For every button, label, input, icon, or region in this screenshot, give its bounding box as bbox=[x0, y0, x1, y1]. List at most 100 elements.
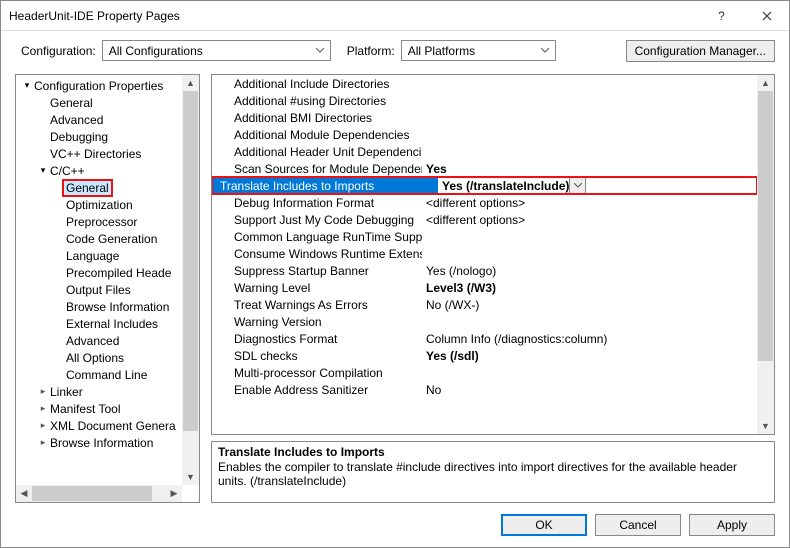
tree-label: Advanced bbox=[48, 113, 105, 127]
tree-label: Code Generation bbox=[64, 232, 159, 246]
tree-node[interactable]: Advanced bbox=[16, 332, 199, 349]
property-row[interactable]: Additional Module Dependencies bbox=[212, 126, 757, 143]
property-value: Yes (/translateInclude) bbox=[442, 179, 569, 193]
tree-node[interactable]: ▾Configuration Properties bbox=[16, 77, 199, 94]
tree-node[interactable]: VC++ Directories bbox=[16, 145, 199, 162]
tree-label: Command Line bbox=[64, 368, 149, 382]
titlebar: HeaderUnit-IDE Property Pages ? bbox=[1, 1, 789, 31]
description-body: Enables the compiler to translate #inclu… bbox=[218, 460, 768, 488]
tree-node[interactable]: Precompiled Heade bbox=[16, 264, 199, 281]
tree-label: Configuration Properties bbox=[32, 79, 165, 93]
scroll-left-arrow[interactable]: ◀ bbox=[16, 485, 32, 502]
scroll-thumb[interactable] bbox=[183, 91, 198, 431]
cancel-button[interactable]: Cancel bbox=[595, 514, 681, 536]
property-row[interactable]: Consume Windows Runtime Extension bbox=[212, 245, 757, 262]
chevron-down-icon bbox=[537, 48, 553, 53]
tree-label: Debugging bbox=[48, 130, 110, 144]
property-row[interactable]: Debug Information Format<different optio… bbox=[212, 194, 757, 211]
platform-dropdown[interactable]: All Platforms bbox=[401, 40, 556, 61]
tree-node[interactable]: Browse Information bbox=[16, 298, 199, 315]
property-row[interactable]: Warning LevelLevel3 (/W3) bbox=[212, 279, 757, 296]
tree-node[interactable]: Optimization bbox=[16, 196, 199, 213]
property-row[interactable]: Additional Header Unit Dependencies bbox=[212, 143, 757, 160]
tree-horizontal-scrollbar[interactable]: ◀ ▶ bbox=[16, 485, 182, 502]
tree-label: All Options bbox=[64, 351, 126, 365]
tree-node[interactable]: General bbox=[16, 94, 199, 111]
property-row[interactable]: Multi-processor Compilation bbox=[212, 364, 757, 381]
apply-button[interactable]: Apply bbox=[689, 514, 775, 536]
property-row[interactable]: Additional BMI Directories bbox=[212, 109, 757, 126]
property-row[interactable]: Common Language RunTime Support bbox=[212, 228, 757, 245]
expand-icon[interactable]: ▸ bbox=[38, 420, 48, 431]
property-name: Suppress Startup Banner bbox=[212, 264, 422, 278]
property-name: SDL checks bbox=[212, 349, 422, 363]
property-row[interactable]: Additional Include Directories bbox=[212, 75, 757, 92]
tree-node[interactable]: ▾C/C++ bbox=[16, 162, 199, 179]
scroll-down-arrow[interactable]: ▼ bbox=[757, 418, 774, 434]
tree-label: Language bbox=[64, 249, 121, 263]
scroll-up-arrow[interactable]: ▲ bbox=[182, 75, 199, 91]
tree-label: Precompiled Heade bbox=[64, 266, 173, 280]
tree-node[interactable]: Preprocessor bbox=[16, 213, 199, 230]
scroll-down-arrow[interactable]: ▼ bbox=[182, 469, 199, 485]
platform-label: Platform: bbox=[347, 44, 395, 58]
property-name: Additional Header Unit Dependencies bbox=[212, 145, 422, 159]
property-row[interactable]: Additional #using Directories bbox=[212, 92, 757, 109]
tree-node[interactable]: ▸Linker bbox=[16, 383, 199, 400]
property-name: Debug Information Format bbox=[212, 196, 422, 210]
tree-node[interactable]: Advanced bbox=[16, 111, 199, 128]
configuration-dropdown[interactable]: All Configurations bbox=[102, 40, 331, 61]
scroll-up-arrow[interactable]: ▲ bbox=[757, 75, 774, 91]
property-value-dropdown[interactable]: Yes (/translateInclude) bbox=[438, 177, 586, 194]
ok-button[interactable]: OK bbox=[501, 514, 587, 536]
expand-icon[interactable]: ▸ bbox=[38, 386, 48, 397]
tree-node[interactable]: External Includes bbox=[16, 315, 199, 332]
tree-label: C/C++ bbox=[48, 164, 87, 178]
property-row[interactable]: Enable Address SanitizerNo bbox=[212, 381, 757, 398]
tree-node[interactable]: Output Files bbox=[16, 281, 199, 298]
tree-label: General bbox=[48, 96, 95, 110]
expand-icon[interactable]: ▾ bbox=[38, 165, 48, 176]
property-name: Warning Version bbox=[212, 315, 422, 329]
property-value: No (/WX-) bbox=[422, 298, 757, 312]
property-row-selected[interactable]: Translate Includes to ImportsYes (/trans… bbox=[212, 177, 757, 194]
expand-icon[interactable]: ▸ bbox=[38, 437, 48, 448]
tree-node[interactable]: Language bbox=[16, 247, 199, 264]
tree-node[interactable]: General bbox=[16, 179, 199, 196]
property-row[interactable]: Scan Sources for Module DependenciesYes bbox=[212, 160, 757, 177]
property-row[interactable]: SDL checksYes (/sdl) bbox=[212, 347, 757, 364]
tree-node[interactable]: ▸XML Document Genera bbox=[16, 417, 199, 434]
tree-node[interactable]: ▸Browse Information bbox=[16, 434, 199, 451]
configuration-manager-button[interactable]: Configuration Manager... bbox=[626, 40, 775, 62]
help-button[interactable]: ? bbox=[699, 1, 744, 31]
property-name: Multi-processor Compilation bbox=[212, 366, 422, 380]
tree-node[interactable]: Command Line bbox=[16, 366, 199, 383]
tree-label: XML Document Genera bbox=[48, 419, 178, 433]
tree-node[interactable]: Code Generation bbox=[16, 230, 199, 247]
expand-icon[interactable]: ▾ bbox=[22, 80, 32, 91]
tree-label: VC++ Directories bbox=[48, 147, 143, 161]
property-name: Additional Module Dependencies bbox=[212, 128, 422, 142]
property-row[interactable]: Suppress Startup BannerYes (/nologo) bbox=[212, 262, 757, 279]
tree-node[interactable]: Debugging bbox=[16, 128, 199, 145]
tree-node[interactable]: All Options bbox=[16, 349, 199, 366]
tree-label: Manifest Tool bbox=[48, 402, 122, 416]
property-row[interactable]: Warning Version bbox=[212, 313, 757, 330]
property-value: Level3 (/W3) bbox=[422, 281, 757, 295]
scroll-thumb[interactable] bbox=[32, 486, 152, 501]
tree-vertical-scrollbar[interactable]: ▲ ▼ bbox=[182, 75, 199, 485]
property-row[interactable]: Treat Warnings As ErrorsNo (/WX-) bbox=[212, 296, 757, 313]
chevron-down-icon[interactable] bbox=[569, 177, 586, 194]
property-row[interactable]: Support Just My Code Debugging<different… bbox=[212, 211, 757, 228]
property-name: Diagnostics Format bbox=[212, 332, 422, 346]
property-row[interactable]: Diagnostics FormatColumn Info (/diagnost… bbox=[212, 330, 757, 347]
scroll-right-arrow[interactable]: ▶ bbox=[166, 485, 182, 502]
tree-node[interactable]: ▸Manifest Tool bbox=[16, 400, 199, 417]
grid-vertical-scrollbar[interactable]: ▲ ▼ bbox=[757, 75, 774, 434]
configuration-value: All Configurations bbox=[109, 44, 312, 58]
close-button[interactable] bbox=[744, 1, 789, 31]
scroll-thumb[interactable] bbox=[758, 91, 773, 361]
property-tree[interactable]: ▾Configuration PropertiesGeneralAdvanced… bbox=[15, 74, 200, 503]
expand-icon[interactable]: ▸ bbox=[38, 403, 48, 414]
property-grid[interactable]: Additional Include DirectoriesAdditional… bbox=[211, 74, 775, 435]
